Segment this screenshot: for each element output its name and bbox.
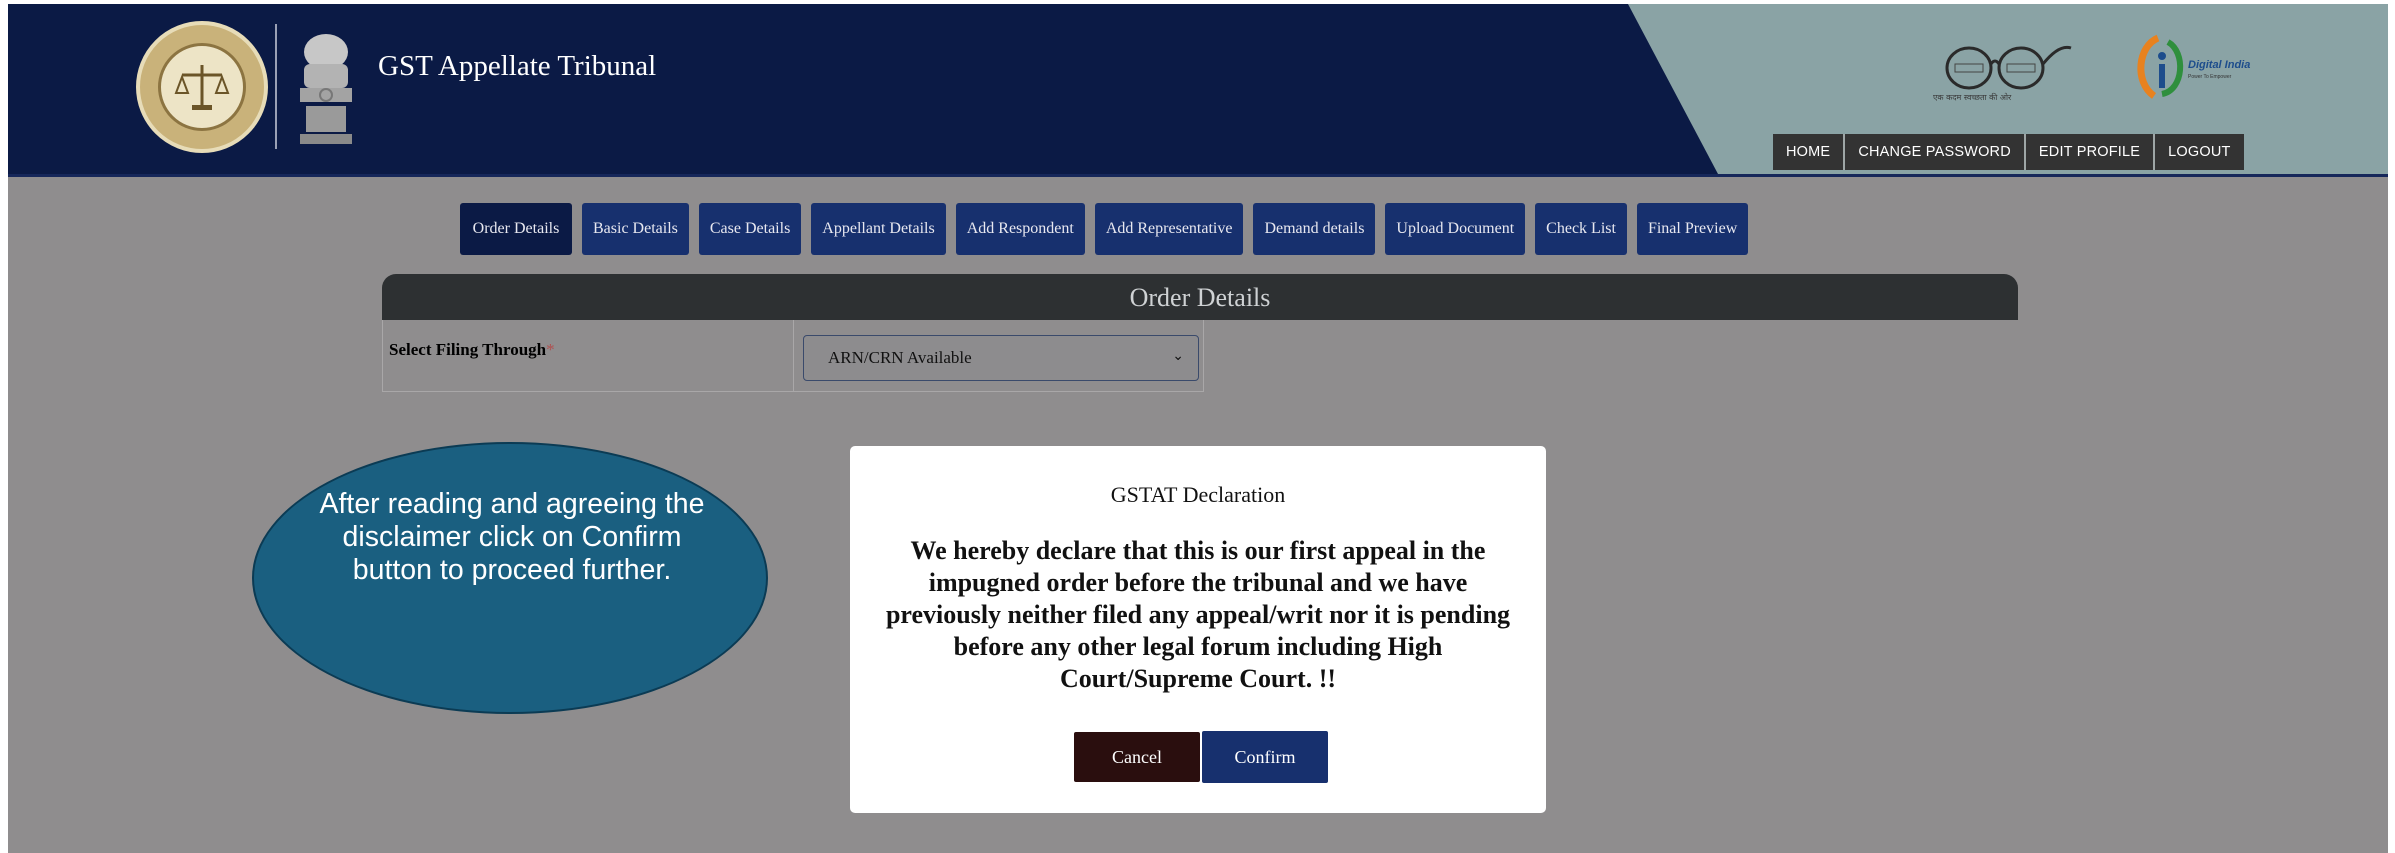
tab-final-preview[interactable]: Final Preview xyxy=(1636,203,1749,255)
chevron-down-icon: ⌄ xyxy=(1172,348,1184,364)
tab-check-list[interactable]: Check List xyxy=(1535,203,1627,255)
tab-order-details[interactable]: Order Details xyxy=(460,203,572,255)
instruction-callout: After reading and agreeing the disclaime… xyxy=(252,442,768,714)
gstat-emblem-logo xyxy=(136,21,268,153)
tab-case-details[interactable]: Case Details xyxy=(698,203,802,255)
nav-edit-profile-link[interactable]: EDIT PROFILE xyxy=(2025,134,2156,170)
filing-through-label: Select Filing Through* xyxy=(389,340,555,359)
digital-india-wordmark: Digital India xyxy=(2188,59,2251,71)
filing-label-cell: Select Filing Through* xyxy=(383,320,794,391)
header-divider xyxy=(8,174,2388,177)
logo-divider xyxy=(275,24,277,149)
tab-appellant-details[interactable]: Appellant Details xyxy=(811,203,946,255)
declaration-text: We hereby declare that this is our first… xyxy=(885,536,1511,693)
tab-basic-details[interactable]: Basic Details xyxy=(582,203,689,255)
tab-demand-details[interactable]: Demand details xyxy=(1253,203,1376,255)
state-emblem-logo xyxy=(300,34,352,144)
modal-title: GSTAT Declaration xyxy=(1110,482,1286,507)
nav-change-password-link[interactable]: CHANGE PASSWORD xyxy=(1845,134,2026,170)
tab-add-representative[interactable]: Add Representative xyxy=(1094,203,1244,255)
declaration-modal: GSTAT Declaration We hereby declare that… xyxy=(850,446,1546,813)
nav-home-link[interactable]: HOME xyxy=(1773,134,1846,170)
confirm-button[interactable]: Confirm xyxy=(1202,731,1328,783)
step-tabs: Order Details Basic Details Case Details… xyxy=(460,203,1749,255)
tab-upload-document[interactable]: Upload Document xyxy=(1385,203,1526,255)
digital-india-tagline: Power To Empower xyxy=(2188,74,2232,80)
filing-through-selected-value: ARN/CRN Available xyxy=(828,348,972,367)
nav-logout-link[interactable]: LOGOUT xyxy=(2155,134,2244,170)
tab-add-respondent[interactable]: Add Respondent xyxy=(955,203,1085,255)
app-title: GST Appellate Tribunal xyxy=(378,50,657,82)
site-header: GST Appellate Tribunal एक कदम स्वच्छता क… xyxy=(8,4,2388,174)
order-details-panel-title: Order Details xyxy=(382,274,2018,320)
filing-through-select[interactable]: ARN/CRN Available ⌄ xyxy=(803,335,1199,381)
swachh-bharat-tagline: एक कदम स्वच्छता की ओर xyxy=(1933,93,2012,102)
page-frame: GST Appellate Tribunal एक कदम स्वच्छता क… xyxy=(8,4,2388,853)
cancel-button[interactable]: Cancel xyxy=(1074,732,1200,782)
callout-text: After reading and agreeing the disclaime… xyxy=(319,488,705,586)
top-navigation: HOME CHANGE PASSWORD EDIT PROFILE LOGOUT xyxy=(1773,134,2244,170)
filing-through-row: Select Filing Through* ARN/CRN Available… xyxy=(382,320,1204,392)
required-asterisk: * xyxy=(546,340,555,359)
